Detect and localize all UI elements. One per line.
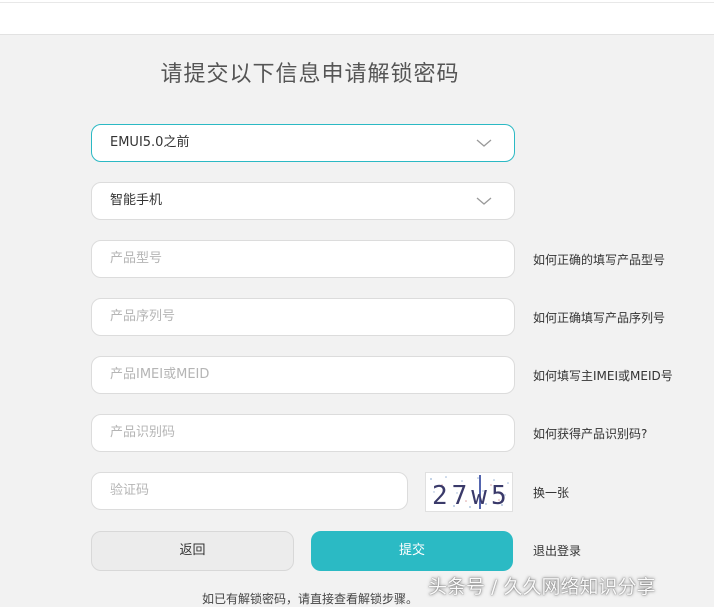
emui-version-select[interactable]: EMUI5.0之前 [91,124,515,162]
imei-input[interactable]: 产品IMEI或MEID [91,356,515,394]
back-button[interactable]: 返回 [91,531,294,571]
serial-number-help-link[interactable]: 如何正确填写产品序列号 [533,310,665,326]
imei-help-link[interactable]: 如何填写主IMEI或MEID号 [533,368,673,384]
captcha-text: 27w5 [432,481,511,511]
submit-button[interactable]: 提交 [311,531,513,571]
serial-number-placeholder: 产品序列号 [110,309,176,324]
captcha-image[interactable]: 27w5 [425,472,513,512]
serial-number-input[interactable]: 产品序列号 [91,298,515,336]
top-bar [0,0,714,35]
captcha-input[interactable]: 验证码 [91,472,408,510]
captcha-refresh-link[interactable]: 换一张 [533,485,569,501]
top-bar-divider [0,2,714,3]
logout-link[interactable]: 退出登录 [533,543,581,559]
chevron-down-icon [476,197,492,205]
device-type-value: 智能手机 [110,193,163,208]
chevron-down-icon [476,139,492,147]
emui-version-value: EMUI5.0之前 [110,135,190,150]
product-id-code-help-link[interactable]: 如何获得产品识别码? [533,426,647,442]
captcha-placeholder: 验证码 [110,483,150,498]
product-id-code-placeholder: 产品识别码 [110,425,176,440]
product-id-code-input[interactable]: 产品识别码 [91,414,515,452]
product-model-placeholder: 产品型号 [110,251,163,266]
watermark: 头条号 / 久久网络知识分享 [428,576,656,598]
captcha-graphic: 27w5 [430,475,511,511]
device-type-select[interactable]: 智能手机 [91,182,515,220]
product-model-help-link[interactable]: 如何正确的填写产品型号 [533,252,665,268]
product-model-input[interactable]: 产品型号 [91,240,515,278]
page-title: 请提交以下信息申请解锁密码 [160,62,460,87]
imei-placeholder: 产品IMEI或MEID [110,367,210,382]
